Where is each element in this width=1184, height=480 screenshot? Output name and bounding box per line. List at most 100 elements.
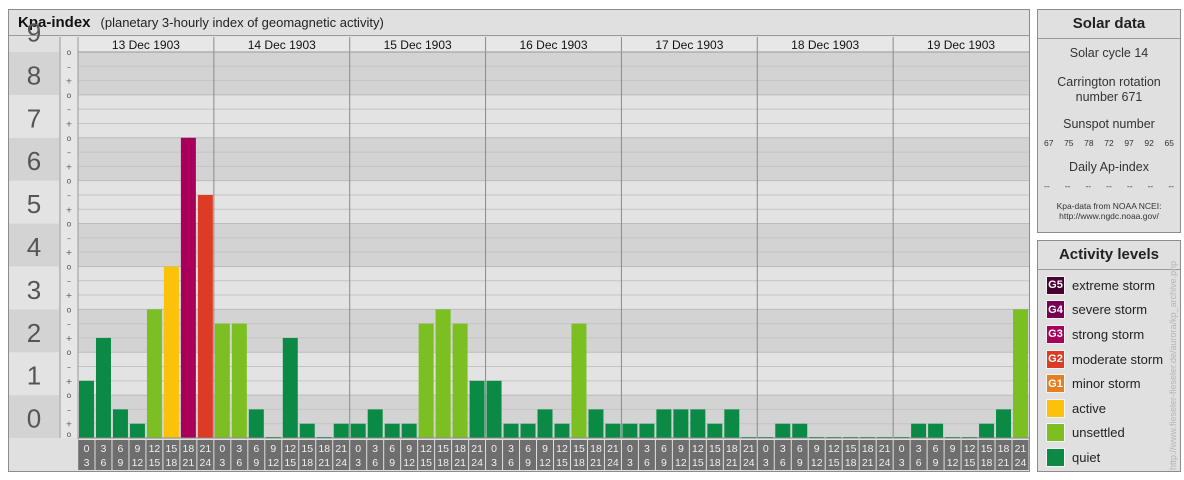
interval-end-label: 21 xyxy=(183,457,195,469)
minor-tick-label: – xyxy=(67,405,71,414)
interval-start-label: 6 xyxy=(525,443,531,455)
plot-band xyxy=(78,94,1029,138)
interval-start-label: 21 xyxy=(471,443,483,455)
kp-bar xyxy=(1013,309,1028,438)
kp-bar xyxy=(537,409,553,438)
minor-tick-label: o xyxy=(67,430,72,439)
minor-tick-label: + xyxy=(66,77,73,86)
plot-band xyxy=(78,137,1029,181)
interval-end-label: 15 xyxy=(284,457,296,469)
interval-end-label: 15 xyxy=(556,457,568,469)
kp-bar xyxy=(282,337,298,438)
interval-end-label: 15 xyxy=(692,457,704,469)
interval-start-label: 0 xyxy=(627,443,633,455)
interval-end-label: 9 xyxy=(253,457,259,469)
interval-start-label: 3 xyxy=(236,443,242,455)
interval-start-label: 21 xyxy=(200,443,212,455)
day-label: 15 Dec 1903 xyxy=(384,38,452,52)
sunspot-value: 97 xyxy=(1124,138,1134,148)
interval-start-label: 6 xyxy=(253,443,259,455)
kp-bar xyxy=(384,423,400,438)
ap-value: -- xyxy=(1168,181,1174,191)
interval-end-label: 12 xyxy=(539,457,551,469)
interval-start-label: 12 xyxy=(420,443,432,455)
minor-tick-label: + xyxy=(66,420,73,429)
legend-item: unsettled xyxy=(1038,421,1180,446)
ap-value: -- xyxy=(1106,181,1112,191)
interval-end-label: 3 xyxy=(355,457,361,469)
minor-tick-label: + xyxy=(66,291,73,300)
kp-bar xyxy=(707,423,723,438)
minor-tick-label: – xyxy=(67,363,71,372)
kp-bar xyxy=(197,194,213,438)
interval-start-label: 3 xyxy=(508,443,514,455)
legend-swatch: G2 xyxy=(1046,349,1065,369)
minor-tick-label: o xyxy=(67,262,72,271)
interval-end-label: 21 xyxy=(454,457,466,469)
interval-start-label: 21 xyxy=(607,443,619,455)
y-tick-label: 6 xyxy=(27,146,41,176)
minor-tick-label: o xyxy=(67,220,72,229)
minor-tick-label: – xyxy=(67,320,71,329)
plot-band xyxy=(78,180,1029,224)
interval-end-label: 9 xyxy=(525,457,531,469)
legend-label: minor storm xyxy=(1072,376,1141,392)
minor-tick-label: o xyxy=(67,348,72,357)
interval-start-label: 6 xyxy=(118,443,124,455)
kp-bar xyxy=(622,423,638,438)
interval-end-label: 18 xyxy=(301,457,313,469)
interval-start-label: 9 xyxy=(814,443,820,455)
interval-start-label: 6 xyxy=(933,443,939,455)
legend-swatch: G5 xyxy=(1046,275,1065,295)
legend-label: moderate storm xyxy=(1072,351,1164,367)
minor-tick-label: – xyxy=(67,191,71,200)
interval-end-label: 15 xyxy=(149,457,161,469)
interval-start-label: 18 xyxy=(998,443,1010,455)
kp-bar xyxy=(486,380,502,438)
interval-start-label: 12 xyxy=(828,443,840,455)
y-tick-label: 2 xyxy=(27,318,41,348)
kp-bar xyxy=(928,423,944,438)
interval-start-label: 15 xyxy=(166,443,178,455)
interval-end-label: 21 xyxy=(726,457,738,469)
carrington-rotation: Carrington rotation number 671 xyxy=(1057,75,1161,104)
interval-start-label: 0 xyxy=(763,443,769,455)
minor-tick-label: o xyxy=(67,177,72,186)
interval-start-label: 21 xyxy=(879,443,891,455)
interval-end-label: 3 xyxy=(219,457,225,469)
minor-tick-label: o xyxy=(67,391,72,400)
interval-end-label: 24 xyxy=(471,457,483,469)
interval-end-label: 12 xyxy=(947,457,959,469)
interval-end-label: 9 xyxy=(797,457,803,469)
minor-tick-label: – xyxy=(67,148,71,157)
interval-label-corner xyxy=(9,439,78,471)
sunspot-value: 65 xyxy=(1164,138,1174,148)
interval-start-label: 15 xyxy=(709,443,721,455)
kp-bar xyxy=(724,409,740,438)
interval-start-label: 6 xyxy=(389,443,395,455)
legend-item: G5 extreme storm xyxy=(1038,273,1180,298)
interval-end-label: 6 xyxy=(372,457,378,469)
interval-end-label: 15 xyxy=(420,457,432,469)
interval-end-label: 9 xyxy=(118,457,124,469)
ap-value: -- xyxy=(1126,181,1133,191)
plot-band xyxy=(78,52,1029,95)
interval-start-label: 9 xyxy=(542,443,548,455)
minor-tick-label: o xyxy=(67,48,72,57)
y-tick-label: 5 xyxy=(27,189,41,219)
y-tick-label: 9 xyxy=(27,18,41,48)
legend-label: extreme storm xyxy=(1072,277,1156,293)
interval-start-label: 0 xyxy=(491,443,497,455)
legend-item: quiet xyxy=(1038,445,1180,470)
interval-start-label: 12 xyxy=(149,443,161,455)
interval-end-label: 24 xyxy=(200,457,212,469)
interval-end-label: 24 xyxy=(1015,457,1027,469)
source-line-1: Kpa-data from NOAA NCEI: xyxy=(1056,201,1162,211)
kp-bar xyxy=(673,409,689,438)
activity-levels-panel: Activity levels G5 extreme storm G4 severe … xyxy=(1037,240,1181,472)
interval-end-label: 21 xyxy=(998,457,1010,469)
day-label: 17 Dec 1903 xyxy=(655,38,723,52)
interval-start-label: 18 xyxy=(183,443,195,455)
watermark-url: http://www.fieseler-fieseler.de/aurora/k… xyxy=(1168,260,1178,470)
kp-bar xyxy=(367,409,383,438)
